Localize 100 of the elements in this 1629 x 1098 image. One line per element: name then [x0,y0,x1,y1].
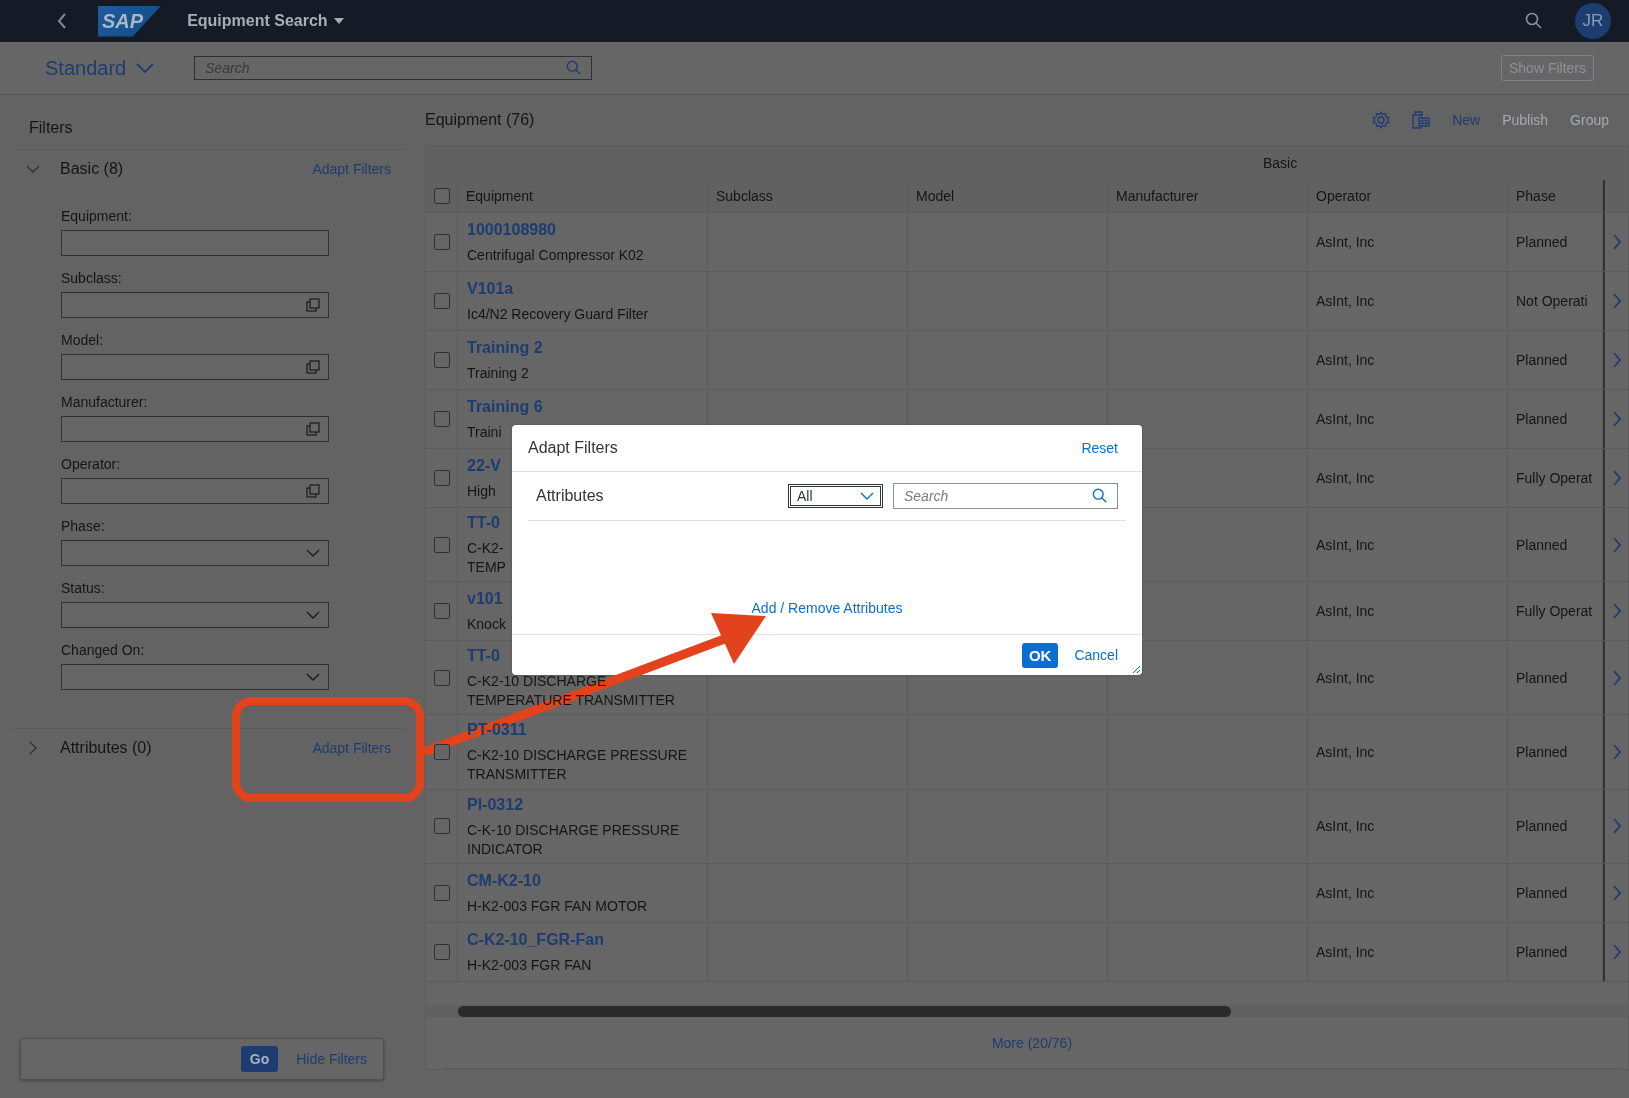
table-cell: Fully Operat [1516,470,1593,486]
value-help-field[interactable] [61,354,329,380]
table-cell: AsInt, Inc [1316,818,1375,835]
field-label: Operator: [61,456,122,472]
equipment-description: TEMP [467,559,506,576]
row-checkbox[interactable] [433,603,450,620]
value-help-field[interactable] [61,416,329,442]
value-help-field[interactable] [61,292,329,318]
add-remove-attributes-link[interactable]: Add / Remove Attributes [751,600,903,616]
equipment-description: Centrifugal Compressor K02 [467,246,644,264]
dropdown-field[interactable] [61,540,329,566]
equipment-description: Training 2 [467,364,529,382]
field-label: Model: [61,332,105,348]
section-title: Attributes [536,487,604,505]
row-checkbox[interactable] [433,293,450,309]
table-cell: AsInt, Inc [1316,352,1375,368]
table-cell: Planned [1516,536,1568,553]
equipment-description: H-K2-003 FGR FAN MOTOR [467,897,648,914]
table-cell: AsInt, Inc [1316,669,1375,686]
row-checkbox[interactable] [433,669,450,686]
app-title-menu[interactable]: Equipment Search [187,12,344,30]
equipment-link[interactable]: CM-K2-10 [467,871,541,890]
chevron-icon [136,63,155,73]
user-avatar[interactable]: JR [1575,3,1611,39]
value-help-icon[interactable] [306,298,320,312]
row-checkbox[interactable] [433,536,450,553]
row-checkbox[interactable] [433,411,450,427]
column-header[interactable]: Operator [1316,188,1372,204]
column-header[interactable]: Model [916,188,955,204]
row-checkbox[interactable] [433,884,450,901]
table-cell: Planned [1516,884,1568,901]
table-cell: Planned [1516,234,1568,250]
equipment-link[interactable]: 22-V [467,456,501,475]
column-header[interactable]: Phase [1516,188,1556,204]
equipment-description: C-K2-10 DISCHARGE [467,673,607,690]
cancel-button[interactable]: Cancel [1074,647,1118,663]
row-checkbox[interactable] [433,234,450,250]
equipment-link[interactable]: TT-0 [467,514,500,532]
table-cell: AsInt, Inc [1316,470,1375,486]
value-help-icon[interactable] [306,422,320,436]
value-help-icon[interactable] [306,484,320,498]
horizontal-scrollbar[interactable] [458,1005,1231,1017]
field-label: Equipment: [61,208,133,224]
equipment-description: Ic4/N2 Recovery Guard Filter [467,305,649,323]
column-header[interactable]: Subclass [716,188,773,204]
resize-handle-icon[interactable] [1132,665,1141,674]
toolbar-action-button[interactable]: New [1452,112,1481,128]
equipment-link[interactable]: 1000108980 [467,220,556,239]
column-header[interactable]: Equipment [466,188,533,204]
dropdown-field[interactable] [61,664,329,690]
equipment-link[interactable]: Training 6 [467,397,543,416]
chevron-icon[interactable] [306,673,320,681]
chevron-icon[interactable] [306,611,320,619]
reset-button[interactable]: Reset [1081,440,1118,456]
select-all-checkbox[interactable] [433,188,450,204]
row-checkbox[interactable] [433,943,450,960]
equipment-description: Traini [467,423,502,441]
equipment-description: C-K2-10 DISCHARGE PRESSURE [467,747,688,764]
chevron-icon[interactable] [306,549,320,557]
hide-filters-button[interactable]: Hide Filters [296,1051,367,1067]
back-icon[interactable] [56,12,68,30]
filter-group-title: Basic (8) [60,160,124,178]
equipment-link[interactable]: Training 2 [467,338,543,357]
row-checkbox[interactable] [433,818,450,835]
ok-button[interactable]: OK [1021,642,1059,668]
table-cell: AsInt, Inc [1316,411,1375,427]
dropdown-field[interactable] [61,602,329,628]
filter-select[interactable]: All [788,484,883,508]
table-cell: AsInt, Inc [1316,536,1375,553]
variant-selector[interactable]: Standard [45,56,155,80]
adapt-filters-link[interactable]: Adapt Filters [312,161,391,177]
search-field[interactable]: Search [893,483,1118,509]
field-label: Subclass: [61,270,123,286]
input-field[interactable] [61,230,329,256]
more-button[interactable]: More (20/76) [991,1035,1073,1051]
equipment-link[interactable]: PI-0312 [467,795,524,814]
filter-group-title: Attributes (0) [60,739,152,757]
equipment-description: INDICATOR [467,840,543,857]
spreadsheet-export-icon[interactable] [1412,111,1431,129]
equipment-link[interactable]: C-K2-10_FGR-Fan [467,930,604,949]
settings-icon[interactable] [1372,111,1391,129]
equipment-link[interactable]: V101a [467,279,514,298]
equipment-description: C-K-10 DISCHARGE PRESSURE [467,821,680,838]
equipment-link[interactable]: v101 [467,590,503,609]
search-icon[interactable] [1092,488,1108,504]
search-icon[interactable] [1525,12,1543,30]
caret-icon [333,18,344,24]
equipment-description: High [467,482,496,500]
row-checkbox[interactable] [433,352,450,368]
go-button[interactable]: Go [240,1046,279,1072]
value-help-field[interactable] [61,478,329,504]
equipment-link[interactable]: TT-0 [467,647,500,666]
row-checkbox[interactable] [433,470,450,486]
column-header[interactable]: Manufacturer [1116,188,1199,204]
adapt-filters-link[interactable]: Adapt Filters [312,740,391,756]
value-help-icon[interactable] [306,360,320,374]
field-label: Manufacturer: [61,394,149,410]
logo[interactable]: SAP [98,5,162,37]
filters-title: Filters [28,118,74,138]
table-cell: Planned [1516,818,1568,835]
